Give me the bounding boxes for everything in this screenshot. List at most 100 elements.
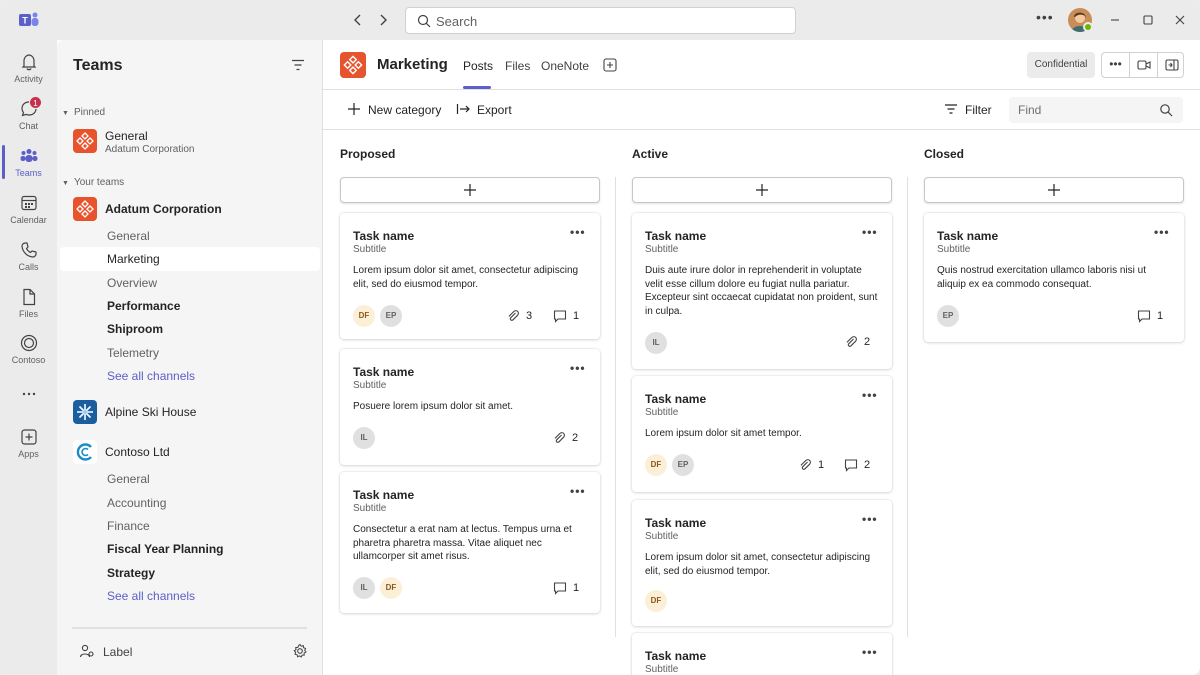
channel-team-logo [340, 52, 366, 78]
more-options-icon[interactable]: ••• [1036, 9, 1054, 25]
tab-onenote[interactable]: OneNote [541, 59, 589, 73]
task-card[interactable]: Task name ••• Subtitle Lorem ipsum dolor… [632, 500, 892, 626]
svg-text:T: T [22, 16, 28, 26]
more-options-icon[interactable]: ••• [1102, 53, 1129, 77]
meet-video-icon[interactable] [1130, 53, 1157, 77]
file-icon [23, 288, 36, 306]
gear-icon[interactable] [292, 643, 308, 659]
teams-icon [20, 149, 38, 162]
export-button[interactable]: Export [477, 103, 512, 117]
card-more-icon[interactable]: ••• [570, 225, 586, 239]
avatar[interactable]: DF [645, 590, 667, 612]
add-card-button[interactable] [924, 177, 1184, 203]
channel-general[interactable]: General [107, 229, 150, 243]
channel-shiproom[interactable]: Shiproom [107, 322, 163, 336]
selected-channel-highlight [60, 247, 320, 271]
rail-item-teams[interactable]: Teams [0, 142, 57, 188]
section-your-teams[interactable]: ▼ Your teams [62, 177, 124, 188]
filter-button[interactable]: Filter [965, 103, 992, 117]
new-category-button[interactable]: New category [368, 103, 441, 117]
channel-accounting[interactable]: Accounting [107, 496, 166, 510]
rail-item-calls[interactable]: Calls [0, 236, 57, 282]
task-card[interactable]: Task name ••• Subtitle Consectetur a era… [340, 472, 600, 613]
channel-title: Marketing [377, 56, 448, 73]
see-all-channels-link[interactable]: See all channels [107, 369, 195, 383]
forward-icon[interactable] [373, 10, 393, 30]
task-card[interactable]: Task name ••• Subtitle Duis aute irure d… [632, 213, 892, 369]
card-subtitle: Subtitle [353, 503, 387, 514]
avatar[interactable]: DF [645, 454, 667, 476]
rail-item-files[interactable]: Files [0, 283, 57, 329]
add-card-button[interactable] [340, 177, 600, 203]
rail-item-contoso[interactable]: Contoso [0, 329, 57, 375]
card-more-icon[interactable]: ••• [862, 512, 878, 526]
channel-marketing[interactable]: Marketing [107, 252, 160, 266]
add-card-button[interactable] [632, 177, 892, 203]
search-input[interactable]: Search [405, 7, 796, 34]
team-adatum[interactable]: Adatum Corporation [105, 202, 222, 216]
add-app-icon [21, 429, 37, 445]
card-more-icon[interactable]: ••• [862, 645, 878, 659]
attachment-icon [508, 310, 519, 321]
footer-label[interactable]: Label [103, 645, 132, 659]
bell-icon [21, 54, 37, 71]
card-title: Task name [353, 229, 415, 243]
sensitivity-label[interactable]: Confidential [1027, 52, 1095, 78]
active-tab-indicator [463, 86, 491, 89]
card-more-icon[interactable]: ••• [862, 225, 878, 239]
rail-more-icon[interactable] [0, 380, 57, 400]
channel-overview[interactable]: Overview [107, 276, 157, 290]
card-more-icon[interactable]: ••• [862, 388, 878, 402]
tab-files[interactable]: Files [505, 59, 530, 73]
card-subtitle: Subtitle [937, 244, 971, 255]
channel-performance[interactable]: Performance [107, 299, 180, 313]
task-card[interactable]: Task name ••• Subtitle Lorem ipsum dolor… [632, 376, 892, 492]
channel-fiscal-year-planning[interactable]: Fiscal Year Planning [107, 542, 224, 556]
column-divider [615, 177, 616, 637]
tab-posts[interactable]: Posts [463, 59, 493, 73]
card-subtitle: Subtitle [645, 664, 679, 675]
card-body: Lorem ipsum dolor sit amet tempor. [645, 428, 802, 439]
avatar[interactable]: IL [353, 427, 375, 449]
task-card[interactable]: Task name ••• Subtitle Quis nostrud exer… [924, 213, 1184, 342]
task-card[interactable]: Task name ••• Subtitle [632, 633, 892, 675]
avatar[interactable]: EP [672, 454, 694, 476]
avatar[interactable]: EP [937, 305, 959, 327]
rail-item-calendar[interactable]: Calendar [0, 189, 57, 235]
avatar[interactable]: IL [353, 577, 375, 599]
channel-finance[interactable]: Finance [107, 519, 150, 533]
maximize-icon[interactable] [1138, 10, 1158, 30]
channel-general[interactable]: General [107, 472, 150, 486]
minimize-icon[interactable] [1105, 10, 1125, 30]
channel-strategy[interactable]: Strategy [107, 566, 155, 580]
task-card[interactable]: Task name ••• Subtitle Lorem ipsum dolor… [340, 213, 600, 339]
see-all-channels-link[interactable]: See all channels [107, 589, 195, 603]
team-contoso[interactable]: Contoso Ltd [105, 445, 170, 459]
teams-logo-icon: T [19, 12, 39, 26]
avatar[interactable]: EP [380, 305, 402, 327]
section-pinned[interactable]: ▼ Pinned [62, 107, 105, 118]
close-icon[interactable] [1170, 10, 1190, 30]
rail-item-activity[interactable]: Activity [0, 48, 57, 94]
avatar[interactable]: DF [380, 577, 402, 599]
avatar[interactable]: IL [645, 332, 667, 354]
card-more-icon[interactable]: ••• [570, 484, 586, 498]
plus-icon [756, 184, 768, 196]
filter-icon[interactable] [291, 59, 305, 71]
card-title: Task name [645, 392, 707, 406]
filter-icon [945, 104, 957, 114]
team-alpine-ski-house[interactable]: Alpine Ski House [105, 405, 196, 419]
rail-label: Apps [18, 449, 39, 459]
card-more-icon[interactable]: ••• [1154, 225, 1170, 239]
find-input[interactable]: Find [1009, 97, 1183, 123]
open-panel-icon[interactable] [1158, 53, 1185, 77]
avatar[interactable]: DF [353, 305, 375, 327]
card-more-icon[interactable]: ••• [570, 361, 586, 375]
channel-telemetry[interactable]: Telemetry [107, 346, 159, 360]
pinned-channel-name[interactable]: General [105, 129, 148, 143]
task-card[interactable]: Task name ••• Subtitle Posuere lorem ips… [340, 349, 600, 465]
add-tab-icon[interactable] [603, 58, 617, 72]
rail-item-chat[interactable]: 1 Chat [0, 95, 57, 141]
rail-item-apps[interactable]: Apps [0, 423, 57, 469]
back-icon[interactable] [348, 10, 368, 30]
